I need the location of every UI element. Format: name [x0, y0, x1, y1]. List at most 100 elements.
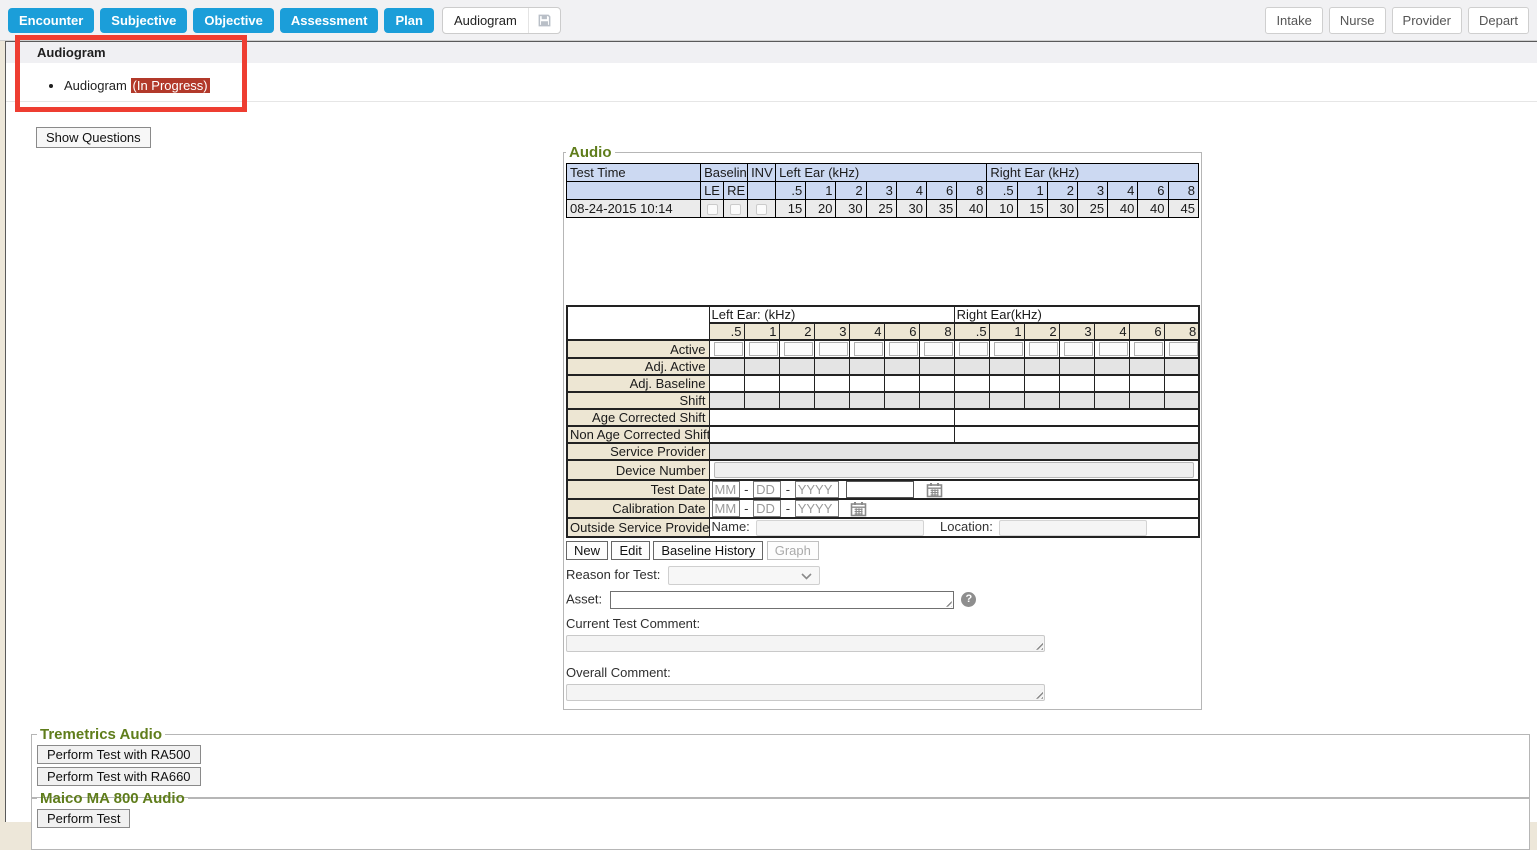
active-input[interactable] — [994, 342, 1023, 356]
active-cell — [919, 340, 954, 358]
nav-objective-button[interactable]: Objective — [193, 8, 274, 33]
active-input[interactable] — [959, 342, 988, 356]
active-input[interactable] — [1169, 342, 1198, 356]
help-icon[interactable]: ? — [961, 592, 976, 607]
row-non-age-corrected-shift: Non Age Corrected Shift — [567, 426, 1199, 443]
right-ear-value: 25 — [1077, 200, 1107, 218]
active-input[interactable] — [1029, 342, 1058, 356]
col-left-ear: Left Ear (kHz) — [776, 164, 987, 182]
save-icon[interactable] — [528, 8, 560, 33]
row-calibration-date: Calibration Date - - — [567, 499, 1199, 518]
active-cell — [989, 340, 1024, 358]
graph-button: Graph — [767, 541, 819, 560]
date-separator: - — [744, 501, 748, 516]
nav-assessment-button[interactable]: Assessment — [280, 8, 379, 33]
freq-header: 3 — [1059, 323, 1094, 340]
detail-header-row-1: Left Ear: (kHz) Right Ear(kHz) — [567, 306, 1199, 323]
row-label: Adj. Active — [567, 358, 709, 375]
tremetrics-legend: Tremetrics Audio — [37, 726, 165, 743]
test-time-input[interactable] — [846, 481, 914, 498]
active-input[interactable] — [714, 342, 743, 356]
active-cell — [744, 340, 779, 358]
asset-label: Asset: — [566, 591, 602, 606]
freq-header: 1 — [744, 323, 779, 340]
active-input[interactable] — [784, 342, 813, 356]
tests-header-row-2: LE RE .5 1 2 3 4 6 8 .5 1 2 3 4 6 8 — [567, 182, 1199, 200]
row-age-corrected-shift: Age Corrected Shift — [567, 409, 1199, 426]
active-cell — [849, 340, 884, 358]
date-separator: - — [786, 501, 790, 516]
show-questions-button[interactable]: Show Questions — [36, 127, 151, 148]
calendar-icon[interactable] — [850, 501, 867, 517]
tab-audiogram[interactable]: Audiogram — [442, 7, 561, 34]
maico-perform-test-button[interactable]: Perform Test — [37, 809, 130, 828]
age-shift-left-cell — [709, 409, 954, 426]
calibration-date-cell: - - — [709, 499, 1199, 518]
grid-cell — [954, 392, 989, 409]
baseline-le-cell — [701, 200, 724, 218]
freq-header: .5 — [776, 182, 806, 200]
freq-header: 3 — [866, 182, 896, 200]
active-input[interactable] — [854, 342, 883, 356]
nav-depart-button[interactable]: Depart — [1468, 7, 1529, 34]
overall-comment-textarea — [566, 684, 1045, 701]
grid-cell — [919, 358, 954, 375]
row-device-number: Device Number — [567, 460, 1199, 480]
grid-cell — [1024, 392, 1059, 409]
freq-header: 2 — [836, 182, 866, 200]
page-title: Audiogram — [6, 42, 1537, 63]
perform-test-ra500-button[interactable]: Perform Test with RA500 — [37, 745, 201, 764]
nav-intake-button[interactable]: Intake — [1265, 7, 1322, 34]
resize-grip-icon[interactable] — [1033, 640, 1043, 650]
grid-cell — [1129, 392, 1164, 409]
freq-header: 8 — [957, 182, 987, 200]
nav-nurse-button[interactable]: Nurse — [1329, 7, 1386, 34]
test-date-year-input[interactable] — [795, 481, 839, 498]
col-test-time: Test Time — [567, 164, 701, 182]
perform-test-ra660-button[interactable]: Perform Test with RA660 — [37, 767, 201, 786]
audiogram-item-link[interactable]: Audiogram — [64, 78, 127, 93]
active-input[interactable] — [1064, 342, 1093, 356]
freq-header: .5 — [987, 182, 1017, 200]
active-input[interactable] — [1134, 342, 1163, 356]
chevron-down-icon — [801, 573, 812, 580]
test-date-month-input[interactable] — [712, 481, 740, 498]
row-label: Test Date — [567, 480, 709, 499]
grid-cell — [884, 375, 919, 392]
tremetrics-fieldset: Tremetrics Audio Perform Test with RA500… — [31, 726, 1530, 798]
test-date-day-input[interactable] — [753, 481, 781, 498]
freq-header: 4 — [849, 323, 884, 340]
calibration-day-input[interactable] — [753, 500, 781, 517]
calendar-icon[interactable] — [926, 482, 943, 498]
audio-test-row[interactable]: 08-24-2015 10:14 15 20 30 25 30 35 40 10… — [567, 200, 1199, 218]
active-input[interactable] — [1099, 342, 1128, 356]
audio-detail-table: Left Ear: (kHz) Right Ear(kHz) .5 1 2 3 … — [566, 305, 1200, 538]
reason-select[interactable] — [668, 566, 820, 585]
row-label: Adj. Baseline — [567, 375, 709, 392]
asset-input[interactable] — [610, 591, 954, 609]
nav-plan-button[interactable]: Plan — [384, 8, 433, 33]
left-ear-value: 20 — [806, 200, 836, 218]
active-input[interactable] — [924, 342, 953, 356]
baseline-history-button[interactable]: Baseline History — [653, 541, 763, 560]
nav-provider-button[interactable]: Provider — [1392, 7, 1462, 34]
edit-button[interactable]: Edit — [611, 541, 649, 560]
top-nav: Encounter Subjective Objective Assessmen… — [0, 0, 1537, 41]
col-inv: INV — [748, 164, 776, 182]
calibration-year-input[interactable] — [795, 500, 839, 517]
name-label: Name: — [712, 519, 750, 534]
outside-name-input — [756, 520, 924, 536]
new-button[interactable]: New — [566, 541, 608, 560]
grid-cell — [709, 358, 744, 375]
active-input[interactable] — [889, 342, 918, 356]
resize-grip-icon[interactable] — [1033, 689, 1043, 699]
right-ear-value: 40 — [1108, 200, 1138, 218]
active-input[interactable] — [819, 342, 848, 356]
nav-encounter-button[interactable]: Encounter — [8, 8, 94, 33]
calibration-month-input[interactable] — [712, 500, 740, 517]
nav-subjective-button[interactable]: Subjective — [100, 8, 187, 33]
current-comment-textarea — [566, 635, 1045, 652]
active-input[interactable] — [749, 342, 778, 356]
freq-header: 8 — [919, 323, 954, 340]
outside-provider-cell: Name: Location: — [709, 518, 1199, 537]
